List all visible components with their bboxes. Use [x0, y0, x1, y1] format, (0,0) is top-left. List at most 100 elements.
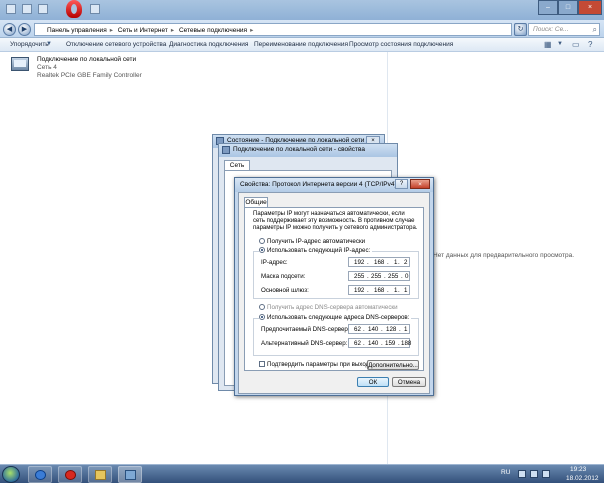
preview-pane-icon[interactable]: ▭: [572, 40, 580, 49]
radio-off-icon: [259, 238, 265, 244]
refresh-icon[interactable]: ↻: [514, 23, 527, 36]
taskbar-item-network[interactable]: [118, 466, 142, 483]
breadcrumb-separator-icon: ▸: [250, 27, 254, 34]
ok-button[interactable]: ОК: [357, 377, 389, 387]
app-icon: [6, 4, 16, 14]
search-icon: ⌕: [592, 25, 597, 34]
general-panel: Параметры IP могут назначаться автоматич…: [244, 207, 424, 371]
connection-network: Сеть 4: [37, 64, 57, 71]
ip-manual-radio[interactable]: Использовать следующий IP-адрес:: [259, 247, 373, 254]
confirm-checkbox[interactable]: Подтвердить параметры при выходе: [259, 361, 373, 368]
search-input[interactable]: Поиск: Се... ⌕: [528, 23, 600, 36]
checkbox-icon: [259, 361, 265, 367]
breadcrumb-separator-icon: ▸: [109, 27, 113, 34]
ip-octet: 1: [394, 259, 398, 266]
diagnose-connection-button[interactable]: Диагностика подключения: [169, 41, 248, 48]
dns-preferred-field[interactable]: 62. 140. 128. 1: [348, 324, 410, 334]
gateway-octet: 168: [374, 287, 385, 294]
mask-octet: 0: [405, 273, 409, 280]
dns-octet: 62: [354, 340, 361, 347]
view-chevron-icon[interactable]: ▼: [557, 41, 563, 47]
dns-manual-label: Использовать следующие адреса DNS-сервер…: [267, 314, 410, 321]
ip-address-field[interactable]: 192. 168. 1. 2: [348, 257, 410, 267]
breadcrumb: Панель управления ▸ Сеть и Интернет ▸ Сете…: [47, 26, 256, 34]
dns-octet: 159: [385, 340, 396, 347]
dialog-title: Свойства: Протокол Интернета версии 4 (T…: [240, 181, 397, 188]
opera-icon: [65, 470, 76, 480]
ip-octet: 2: [404, 259, 408, 266]
network-adapter-icon: [11, 57, 29, 71]
chevron-down-icon: ▼: [46, 41, 52, 47]
gateway-field[interactable]: 192. 168. 1. 1: [348, 285, 410, 295]
clock-time[interactable]: 19:23: [570, 466, 586, 473]
dns-alternate-label: Альтернативный DNS-сервер:: [261, 340, 348, 347]
ip-label: IP-адрес:: [261, 259, 288, 266]
radio-off-icon: [259, 304, 265, 310]
breadcrumb-item[interactable]: Сеть и Интернет: [118, 27, 168, 34]
dns-manual-radio[interactable]: Использовать следующие адреса DNS-сервер…: [259, 314, 412, 321]
opera-logo-icon: [66, 0, 82, 18]
taskbar: RU 19:23 18.02.2012: [0, 464, 604, 483]
dns-octet: 140: [368, 340, 379, 347]
browser-icon: [35, 470, 46, 480]
ip-octet: 192: [354, 259, 365, 266]
gateway-octet: 192: [354, 287, 365, 294]
advanced-button[interactable]: Дополнительно...: [367, 360, 419, 370]
language-indicator[interactable]: RU: [501, 469, 510, 476]
taskbar-item-opera[interactable]: [58, 466, 82, 483]
breadcrumb-item[interactable]: Сетевые подключения: [179, 27, 247, 34]
ip-auto-radio[interactable]: Получить IP-адрес автоматически: [259, 238, 365, 245]
title-bar: – □ ×: [0, 0, 604, 20]
back-arrow-icon[interactable]: ◀: [3, 23, 16, 36]
ip-auto-label: Получить IP-адрес автоматически: [267, 238, 366, 245]
ip-manual-label: Использовать следующий IP-адрес:: [267, 247, 371, 254]
document-icon: [38, 4, 48, 14]
address-field[interactable]: Панель управления ▸ Сеть и Интернет ▸ Сете…: [34, 23, 512, 36]
radio-on-icon: [259, 247, 265, 253]
toolbar: Упорядочить ▼ Отключение сетевого устрой…: [0, 38, 604, 52]
help-icon[interactable]: ?: [588, 40, 592, 49]
ip-octet: 168: [374, 259, 385, 266]
connection-name: Подключение по локальной сети: [37, 56, 137, 63]
rename-connection-button[interactable]: Переименование подключения: [254, 41, 348, 48]
dns-auto-radio[interactable]: Получить адрес DNS-сервера автоматически: [259, 304, 398, 311]
dns-octet: 128: [386, 326, 397, 333]
folder-icon: [95, 470, 106, 480]
dns-auto-label: Получить адрес DNS-сервера автоматически: [267, 304, 398, 311]
description-text: Параметры IP могут назначаться автоматич…: [253, 211, 418, 231]
dialog-body: Общие Параметры IP могут назначаться авт…: [238, 192, 430, 394]
breadcrumb-item[interactable]: Панель управления: [47, 27, 107, 34]
search-placeholder: Поиск: Се...: [533, 26, 569, 33]
subnet-mask-field[interactable]: 255. 255. 255. 0: [348, 271, 410, 281]
minimize-button[interactable]: –: [538, 0, 558, 15]
mask-octet: 255: [388, 273, 399, 280]
maximize-button[interactable]: □: [558, 0, 578, 15]
list-item-connection[interactable]: Подключение по локальной сети Сеть 4 Rea…: [8, 55, 142, 81]
close-button[interactable]: ×: [410, 179, 430, 189]
organize-button[interactable]: Упорядочить: [10, 41, 49, 48]
cancel-button[interactable]: Отмена: [392, 377, 426, 387]
gateway-octet: 1: [404, 287, 408, 294]
start-button[interactable]: [2, 466, 20, 483]
gateway-octet: 1: [394, 287, 398, 294]
view-status-button[interactable]: Просмотр состояния подключения: [349, 41, 453, 48]
view-options-icon[interactable]: ▦: [544, 40, 552, 49]
close-window-button[interactable]: ×: [578, 0, 602, 15]
clock-date[interactable]: 18.02.2012: [566, 475, 599, 482]
tray-arrow-icon[interactable]: [518, 470, 526, 478]
forward-arrow-icon[interactable]: ▶: [18, 23, 31, 36]
taskbar-item-explorer[interactable]: [88, 466, 112, 483]
disable-device-button[interactable]: Отключение сетевого устройства: [66, 41, 166, 48]
address-bar-row: ◀ ▶ Панель управления ▸ Сеть и Интернет ▸ …: [0, 20, 604, 38]
dns-octet: 1: [404, 326, 408, 333]
dns-alternate-field[interactable]: 62. 140. 159. 188: [348, 338, 412, 348]
volume-icon[interactable]: [542, 470, 550, 478]
confirm-label: Подтвердить параметры при выходе: [267, 361, 373, 368]
taskbar-item-ie[interactable]: [28, 466, 52, 483]
connection-device: Realtek PCIe GBE Family Controller: [37, 72, 142, 79]
folder-icon: [22, 4, 32, 14]
network-tray-icon[interactable]: [530, 470, 538, 478]
gateway-label: Основной шлюз:: [261, 287, 309, 294]
dns-octet: 188: [401, 340, 412, 347]
help-button[interactable]: ?: [395, 179, 408, 189]
